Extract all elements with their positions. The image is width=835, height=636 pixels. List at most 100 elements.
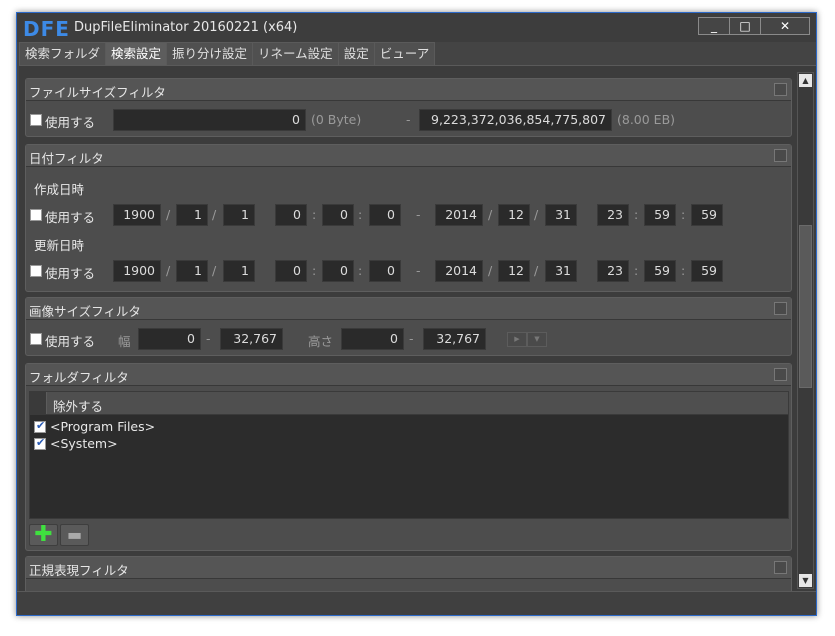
created-from-minute[interactable]: 0 (322, 204, 354, 226)
filesize-use-label: 使用する (45, 115, 96, 130)
modified-from-month[interactable]: 1 (176, 260, 208, 282)
modified-to-hour[interactable]: 23 (597, 260, 629, 282)
image-size-use-checkbox[interactable] (30, 333, 42, 345)
select-all-cell[interactable] (30, 392, 47, 414)
date-slash: / (488, 263, 493, 278)
prev-arrow-icon[interactable]: ▶ (507, 332, 527, 347)
folder-collapse-checkbox[interactable] (774, 368, 787, 381)
regex-filter-group: 正規表現フィルタ (25, 556, 792, 591)
time-colon: : (634, 263, 639, 278)
image-size-filter-title: 画像サイズフィルタ (29, 304, 141, 319)
scrollbar-thumb[interactable] (799, 225, 812, 388)
status-bar (17, 591, 816, 615)
height-max-input[interactable]: 32,767 (423, 328, 486, 350)
created-to-minute[interactable]: 59 (644, 204, 676, 226)
modified-from-year[interactable]: 1900 (113, 260, 161, 282)
width-max-input[interactable]: 32,767 (220, 328, 283, 350)
date-slash: / (534, 207, 539, 222)
created-date-label: 作成日時 (34, 182, 85, 197)
time-colon: : (634, 207, 639, 222)
height-range-dash: - (409, 331, 414, 346)
next-arrow-icon[interactable]: ▼ (527, 332, 547, 347)
filesize-min-input[interactable]: 0 (113, 109, 306, 131)
image-size-filter-group: 画像サイズフィルタ 使用する 幅 0 - 32,767 高さ 0 - 32,76… (25, 297, 792, 356)
scroll-up-icon[interactable]: ▲ (799, 74, 812, 87)
modified-from-minute[interactable]: 0 (322, 260, 354, 282)
filesize-range-dash: - (406, 112, 411, 127)
time-colon: : (312, 263, 317, 278)
tab-rename-settings[interactable]: リネーム設定 (252, 42, 339, 65)
created-use-checkbox[interactable] (30, 209, 42, 221)
regex-collapse-checkbox[interactable] (774, 561, 787, 574)
modified-from-day[interactable]: 1 (223, 260, 255, 282)
created-from-second[interactable]: 0 (369, 204, 401, 226)
height-label: 高さ (308, 334, 334, 349)
tab-sort-settings[interactable]: 振り分け設定 (166, 42, 254, 65)
modified-to-minute[interactable]: 59 (644, 260, 676, 282)
search-settings-panel: ファイルサイズフィルタ 使用する 0 (0 Byte) - 9,223,372,… (19, 65, 816, 591)
width-min-input[interactable]: 0 (138, 328, 201, 350)
add-folder-button[interactable]: ✚ (29, 524, 58, 546)
created-from-year[interactable]: 1900 (113, 204, 161, 226)
window-controls: _ □ ✕ (698, 17, 810, 35)
created-from-hour[interactable]: 0 (275, 204, 307, 226)
modified-to-month[interactable]: 12 (498, 260, 530, 282)
close-button[interactable]: ✕ (760, 17, 810, 35)
window-title: DupFileEliminator 20160221 (x64) (74, 20, 298, 35)
created-to-day[interactable]: 31 (545, 204, 577, 226)
created-from-day[interactable]: 1 (223, 204, 255, 226)
folder-list-header: 除外する (30, 392, 788, 415)
maximize-button[interactable]: □ (729, 17, 761, 35)
created-to-year[interactable]: 2014 (435, 204, 483, 226)
modified-to-year[interactable]: 2014 (435, 260, 483, 282)
tab-viewer[interactable]: ビューア (373, 42, 436, 65)
scroll-down-icon[interactable]: ▼ (799, 574, 812, 587)
vertical-scrollbar[interactable]: ▲ ▼ (797, 72, 814, 589)
folder-item-checkbox[interactable] (34, 436, 46, 450)
filesize-collapse-checkbox[interactable] (774, 83, 787, 96)
time-colon: : (312, 207, 317, 222)
modified-to-second[interactable]: 59 (691, 260, 723, 282)
folder-exclude-list[interactable]: 除外する <Program Files> <System> (29, 391, 789, 519)
created-to-hour[interactable]: 23 (597, 204, 629, 226)
folder-filter-title: フォルダフィルタ (29, 370, 129, 385)
filesize-max-input[interactable]: 9,223,372,036,854,775,807 (419, 109, 612, 131)
modified-from-hour[interactable]: 0 (275, 260, 307, 282)
image-size-collapse-checkbox[interactable] (774, 302, 787, 315)
title-bar: DFE DupFileEliminator 20160221 (x64) _ □… (17, 13, 816, 42)
folder-item-label: <System> (50, 436, 118, 451)
modified-date-label: 更新日時 (34, 238, 85, 253)
exclude-column-header[interactable]: 除外する (53, 396, 103, 415)
date-range-dash: - (416, 263, 421, 278)
date-range-dash: - (416, 207, 421, 222)
tab-search-folder[interactable]: 検索フォルダ (19, 42, 107, 65)
date-filter-header: 日付フィルタ (26, 145, 791, 167)
date-collapse-checkbox[interactable] (774, 149, 787, 162)
time-colon: : (681, 263, 686, 278)
tab-search-settings[interactable]: 検索設定 (105, 42, 168, 65)
filesize-use-checkbox[interactable] (30, 114, 42, 126)
filesize-filter-title: ファイルサイズフィルタ (29, 85, 166, 100)
modified-from-second[interactable]: 0 (369, 260, 401, 282)
remove-folder-button[interactable]: ▬ (60, 524, 89, 546)
created-to-month[interactable]: 12 (498, 204, 530, 226)
modified-to-day[interactable]: 31 (545, 260, 577, 282)
filesize-min-unit: (0 Byte) (311, 112, 362, 127)
folder-item-checkbox[interactable] (34, 419, 46, 433)
modified-use-label: 使用する (45, 266, 96, 281)
folder-item-label: <Program Files> (50, 419, 156, 434)
modified-use-checkbox[interactable] (30, 265, 42, 277)
created-use-label: 使用する (45, 210, 96, 225)
date-slash: / (166, 263, 171, 278)
image-size-filter-header: 画像サイズフィルタ (26, 298, 791, 320)
date-filter-title: 日付フィルタ (29, 151, 104, 166)
created-from-month[interactable]: 1 (176, 204, 208, 226)
filesize-filter-group: ファイルサイズフィルタ 使用する 0 (0 Byte) - 9,223,372,… (25, 78, 792, 137)
regex-filter-title: 正規表現フィルタ (29, 563, 129, 578)
time-colon: : (358, 207, 363, 222)
date-slash: / (534, 263, 539, 278)
created-to-second[interactable]: 59 (691, 204, 723, 226)
height-min-input[interactable]: 0 (341, 328, 404, 350)
minimize-button[interactable]: _ (698, 17, 730, 35)
tab-settings[interactable]: 設定 (337, 42, 375, 65)
